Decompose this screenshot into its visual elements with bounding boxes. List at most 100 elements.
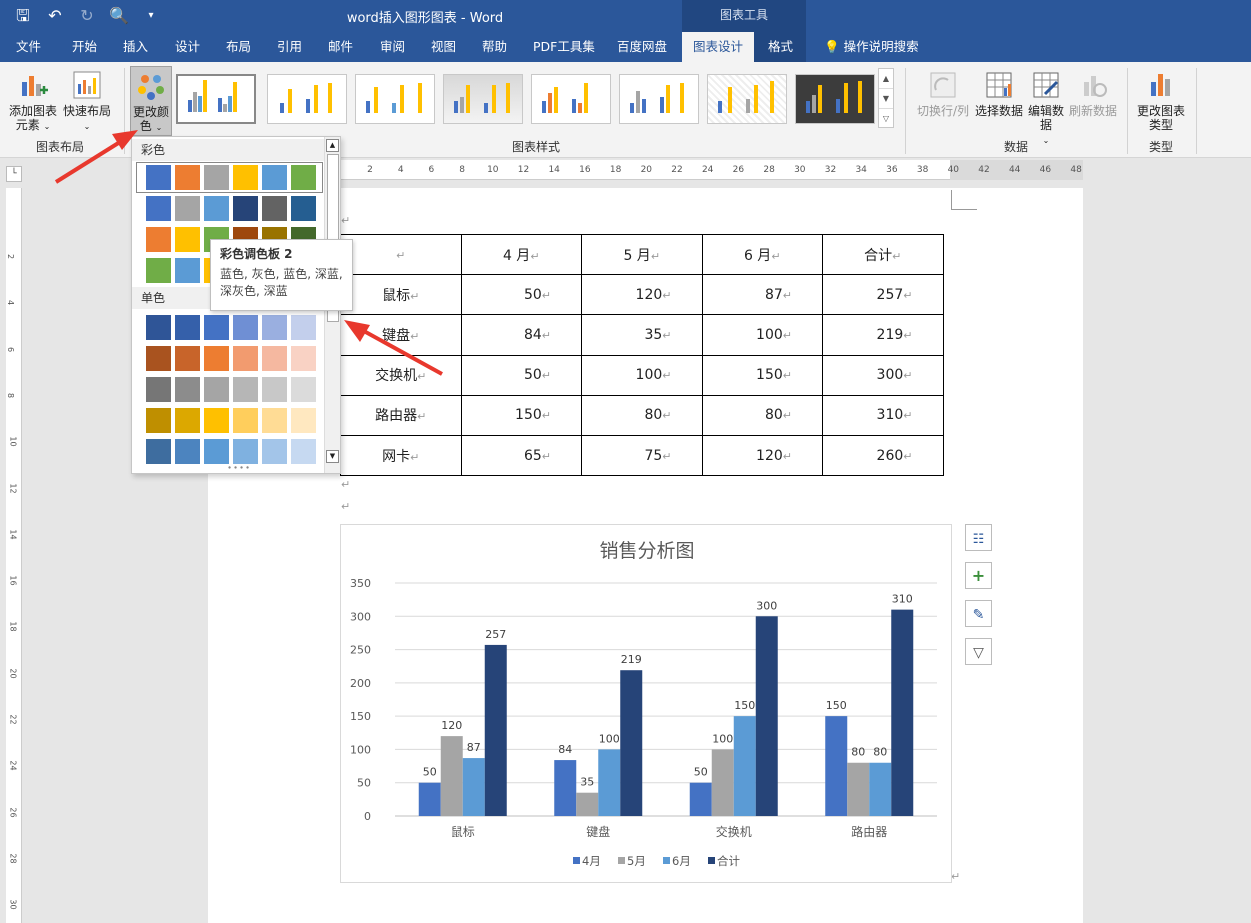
- tab-design[interactable]: 设计: [171, 32, 204, 62]
- table-cell[interactable]: 120↵: [701, 434, 823, 477]
- table-cell[interactable]: 257↵: [822, 274, 944, 316]
- chart-bar[interactable]: [598, 749, 621, 816]
- chart-bar[interactable]: [576, 792, 599, 816]
- vertical-ruler[interactable]: 2 4 6 8 10 12 14 16 18 20 22 24 26 28 30: [6, 188, 22, 923]
- table-cell[interactable]: ↵: [340, 233, 462, 276]
- change-colors-button[interactable]: 更改颜色 ⌄: [130, 66, 172, 136]
- select-data-button[interactable]: 选择数据: [972, 70, 1026, 118]
- chart-bar[interactable]: [418, 782, 441, 816]
- table-cell[interactable]: 网卡↵: [340, 434, 462, 477]
- chart-styles-button[interactable]: ✎: [965, 600, 992, 627]
- sales-chart[interactable]: 销售分析图 0 50 100 150 200 250 300 350 50 120 87 257 鼠标 84…: [340, 524, 952, 883]
- quick-layout-button[interactable]: 快速布局 ⌄: [62, 70, 112, 134]
- table-cell[interactable]: 300↵: [822, 354, 944, 396]
- tab-view[interactable]: 视图: [427, 32, 460, 62]
- colorful-palette-row[interactable]: [146, 165, 320, 190]
- chart-bar[interactable]: [620, 670, 643, 816]
- gallery-up-icon[interactable]: ▲: [879, 69, 893, 89]
- horizontal-ruler[interactable]: 2 4 6 8 10 12 14 16 18 20 22 24 26 28 30 32 34 36 38 40 42 44…: [340, 160, 1083, 180]
- table-cell[interactable]: 80↵: [701, 394, 823, 436]
- table-cell[interactable]: 310↵: [822, 394, 944, 436]
- table-cell[interactable]: 键盘↵: [340, 314, 462, 356]
- tab-format[interactable]: 格式: [764, 32, 797, 62]
- table-cell[interactable]: 50↵: [460, 354, 582, 396]
- refresh-data-button[interactable]: 刷新数据: [1066, 70, 1120, 118]
- table-cell[interactable]: 84↵: [460, 314, 582, 356]
- table-cell[interactable]: 4 月↵: [460, 233, 582, 276]
- table-cell[interactable]: 6 月↵: [701, 233, 823, 276]
- chart-bar[interactable]: [440, 736, 463, 816]
- chart-bar[interactable]: [869, 762, 892, 816]
- mono-palette-row[interactable]: [146, 377, 320, 402]
- colorful-palette-row[interactable]: [146, 196, 320, 221]
- chart-style-3[interactable]: [355, 74, 435, 124]
- table-cell[interactable]: 150↵: [460, 394, 582, 436]
- legend-label[interactable]: 5月: [627, 854, 646, 868]
- table-cell[interactable]: 交换机↵: [340, 354, 462, 396]
- chart-bar[interactable]: [825, 716, 848, 816]
- table-cell[interactable]: 合计↵: [822, 233, 944, 276]
- tab-home[interactable]: 开始: [68, 32, 101, 62]
- change-chart-type-button[interactable]: 更改图表类型: [1133, 70, 1189, 132]
- legend-label[interactable]: 6月: [672, 854, 691, 868]
- chart-bar[interactable]: [733, 716, 756, 816]
- table-cell[interactable]: 65↵: [460, 434, 582, 477]
- tab-review[interactable]: 审阅: [376, 32, 409, 62]
- table-cell[interactable]: 80↵: [581, 394, 703, 436]
- tab-file[interactable]: 文件: [12, 32, 45, 62]
- table-cell[interactable]: 50↵: [460, 274, 582, 316]
- table-cell[interactable]: 100↵: [701, 314, 823, 356]
- resize-grip-icon[interactable]: ∙∙∙∙: [227, 463, 251, 472]
- chart-style-7[interactable]: [707, 74, 787, 124]
- chart-bar[interactable]: [711, 749, 734, 816]
- table-cell[interactable]: 260↵: [822, 434, 944, 477]
- chart-bar[interactable]: [689, 782, 712, 816]
- mono-palette-row[interactable]: [146, 408, 320, 433]
- mono-palette-row[interactable]: [146, 439, 320, 464]
- scroll-down-icon[interactable]: ▼: [326, 450, 339, 463]
- chart-elements-button[interactable]: +: [965, 562, 992, 589]
- edit-data-button[interactable]: 编辑数据 ⌄: [1024, 70, 1068, 148]
- chart-bar[interactable]: [755, 616, 778, 816]
- tab-insert[interactable]: 插入: [119, 32, 152, 62]
- table-cell[interactable]: 150↵: [701, 354, 823, 396]
- tab-pdf-tools[interactable]: PDF工具集: [529, 32, 599, 62]
- chart-style-8[interactable]: [795, 74, 875, 124]
- table-cell[interactable]: 35↵: [581, 314, 703, 356]
- layout-options-button[interactable]: ☷: [965, 524, 992, 551]
- chart-bar[interactable]: [462, 758, 485, 816]
- chart-style-2[interactable]: [267, 74, 347, 124]
- switch-row-column-button[interactable]: 切换行/列: [912, 70, 974, 118]
- tell-me-search[interactable]: 💡 操作说明搜索: [820, 32, 923, 62]
- table-cell[interactable]: 100↵: [581, 354, 703, 396]
- tab-references[interactable]: 引用: [273, 32, 306, 62]
- chart-bar[interactable]: [891, 609, 914, 816]
- gallery-down-icon[interactable]: ▼: [879, 89, 893, 109]
- chart-style-6[interactable]: [619, 74, 699, 124]
- table-cell[interactable]: 120↵: [581, 274, 703, 316]
- add-chart-element-button[interactable]: 添加图表元素 ⌄: [6, 70, 60, 134]
- tab-help[interactable]: 帮助: [478, 32, 511, 62]
- table-cell[interactable]: 87↵: [701, 274, 823, 316]
- tab-layout[interactable]: 布局: [222, 32, 255, 62]
- chart-bar[interactable]: [554, 760, 577, 816]
- chart-style-5[interactable]: [531, 74, 611, 124]
- chart-style-4[interactable]: [443, 74, 523, 124]
- mono-palette-row[interactable]: [146, 315, 320, 340]
- sales-table[interactable]: ↵ 4 月↵ 5 月↵ 6 月↵ 合计↵ 鼠标↵ 50↵ 120↵ 87↵ 257↵ 键盘↵ 84↵ 3…: [340, 233, 944, 477]
- mono-palette-row[interactable]: [146, 346, 320, 371]
- chart-bar[interactable]: [847, 762, 870, 816]
- table-cell[interactable]: 鼠标↵: [340, 274, 462, 316]
- table-cell[interactable]: 路由器↵: [340, 394, 462, 436]
- tab-mailings[interactable]: 邮件: [324, 32, 357, 62]
- tab-stop-selector[interactable]: └: [6, 166, 22, 182]
- legend-label[interactable]: 合计: [717, 854, 740, 868]
- table-cell[interactable]: 219↵: [822, 314, 944, 356]
- chart-bar[interactable]: [484, 644, 507, 816]
- gallery-more-icon[interactable]: ▽: [879, 109, 893, 129]
- table-cell[interactable]: 75↵: [581, 434, 703, 477]
- tab-chart-design[interactable]: 图表设计: [682, 32, 754, 62]
- legend-label[interactable]: 4月: [582, 854, 601, 868]
- chart-style-1[interactable]: [176, 74, 256, 124]
- chart-filters-button[interactable]: ▽: [965, 638, 992, 665]
